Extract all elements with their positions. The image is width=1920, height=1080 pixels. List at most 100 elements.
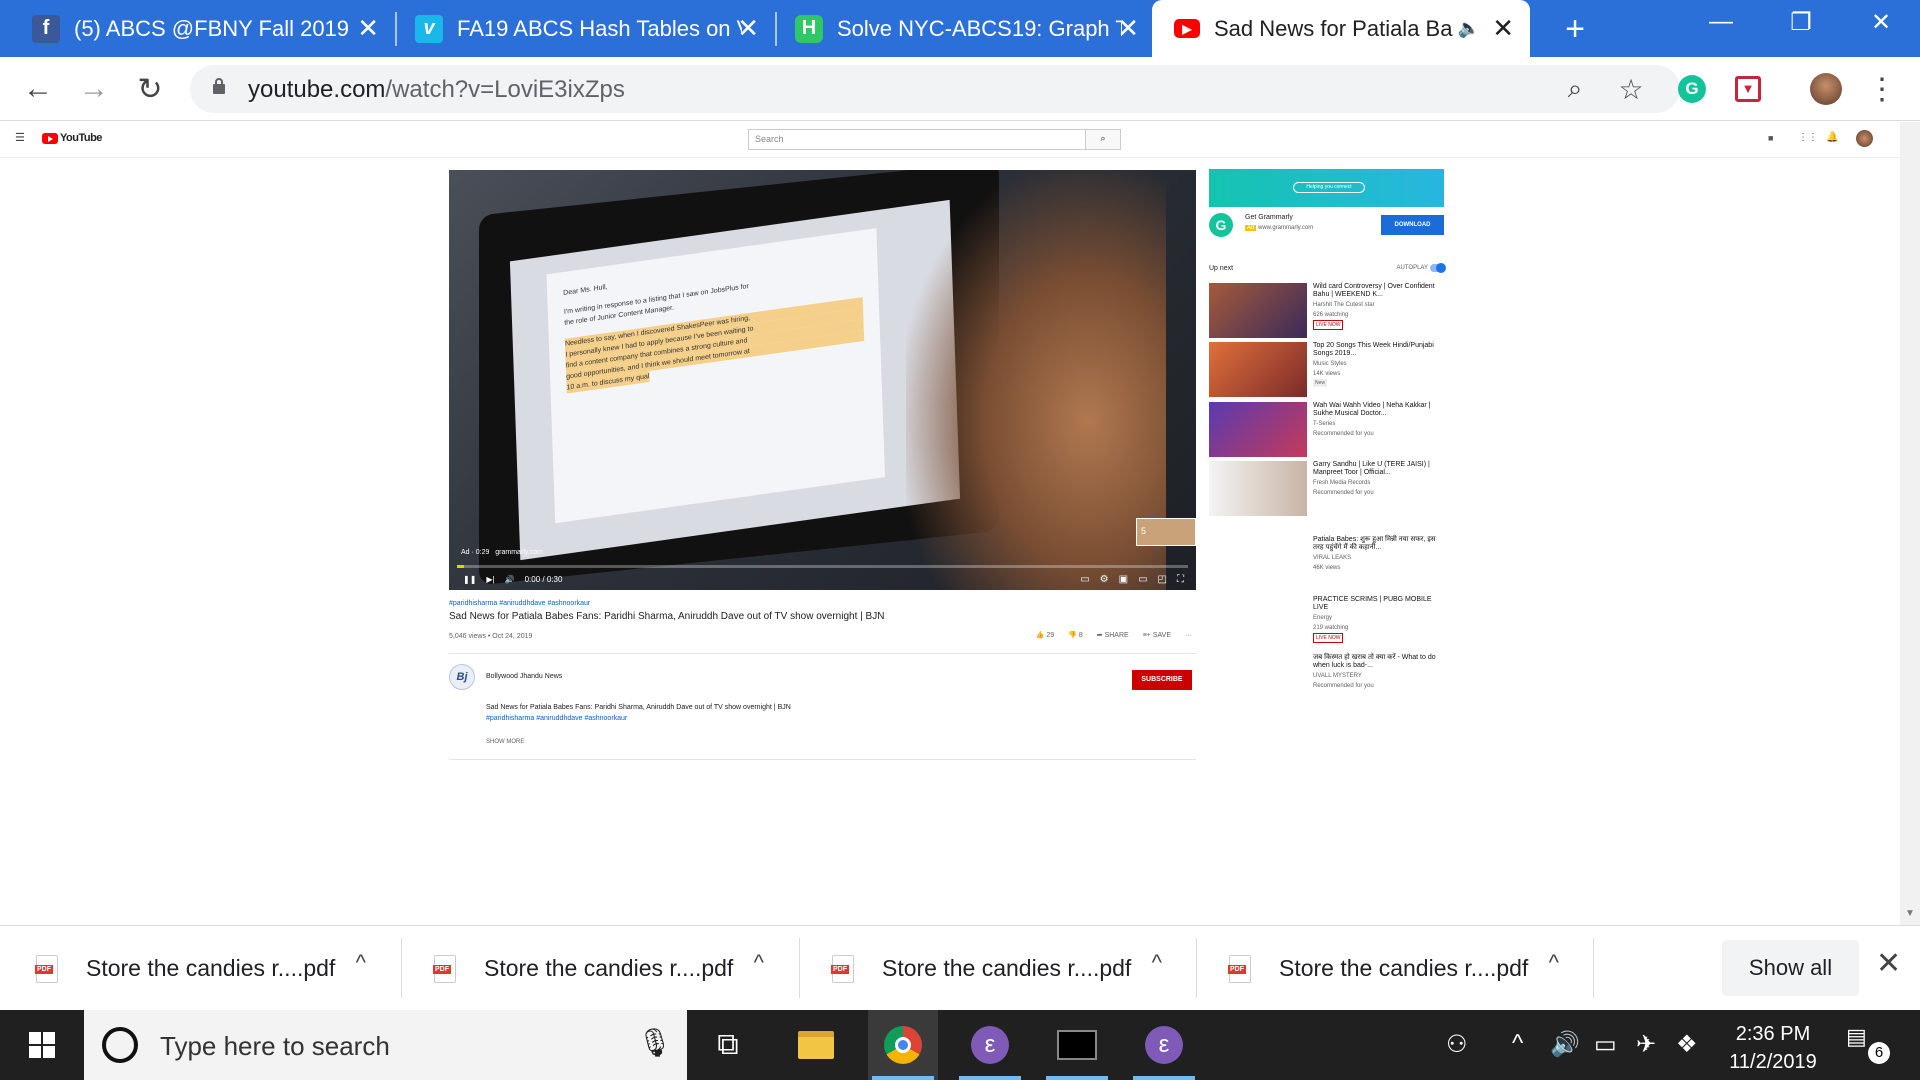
video-player[interactable]: Dear Ms. Hull, I'm writing in response t… [449, 170, 1196, 590]
page-scrollbar[interactable]: ▼ [1900, 122, 1920, 925]
close-icon[interactable]: ✕ [1876, 946, 1901, 981]
chevron-up-icon[interactable]: ^ [1152, 950, 1162, 976]
search-button[interactable]: ⌕ [1085, 129, 1121, 150]
theater-mode-icon[interactable]: ▭ [1138, 574, 1147, 585]
video-thumbnail[interactable] [1209, 402, 1307, 457]
recommendation-item[interactable]: Garry Sandhu | Like U (TERE JAISI) | Man… [1209, 461, 1444, 517]
show-more-button[interactable]: SHOW MORE [486, 739, 524, 745]
notification-bell-icon[interactable]: 🔔 [1826, 132, 1838, 143]
back-arrow-icon[interactable]: ← [18, 69, 58, 109]
captions-icon[interactable]: ▭ [1080, 574, 1089, 585]
task-view-icon[interactable]: ⧉ [693, 1010, 763, 1080]
ad-title[interactable]: Get Grammarly [1245, 214, 1293, 221]
channel-name[interactable]: Bollywood Jhandu News [486, 673, 562, 680]
tab-facebook[interactable]: f (5) ABCS @FBNY Fall 2019 ✕ [0, 0, 395, 57]
close-icon[interactable]: ✕ [1117, 13, 1139, 44]
close-icon[interactable]: ✕ [737, 13, 759, 44]
new-badge: New [1313, 379, 1328, 387]
channel-avatar[interactable]: Bj [449, 664, 475, 690]
download-item[interactable]: PDF Store the candies r....pdf ^ [0, 926, 396, 1011]
tab-youtube[interactable]: ▶ Sad News for Patiala Babes Fans 🔈 ✕ [1152, 0, 1530, 57]
search-input[interactable]: Search [748, 129, 1086, 150]
chevron-up-icon[interactable]: ^ [1549, 950, 1559, 976]
recommendation-item[interactable]: Wild card Controversy | Over Confident B… [1209, 283, 1444, 339]
settings-gear-icon[interactable]: ⚙ [1100, 574, 1109, 585]
chevron-up-icon[interactable]: ^ [356, 950, 366, 976]
emacs-icon[interactable]: ε [1129, 1010, 1199, 1080]
download-item[interactable]: PDF Store the candies r....pdf ^ [398, 926, 794, 1011]
start-button[interactable] [0, 1010, 84, 1080]
show-all-button[interactable]: Show all [1722, 940, 1859, 996]
video-thumbnail[interactable] [1209, 461, 1307, 516]
file-explorer-icon[interactable] [781, 1010, 851, 1080]
create-video-icon[interactable]: ■ [1768, 133, 1773, 143]
bookmark-star-icon[interactable]: ☆ [1611, 69, 1651, 109]
autoplay-toggle[interactable] [1430, 263, 1446, 273]
microphone-icon[interactable]: 🎙 [637, 1026, 673, 1059]
dislike-button[interactable]: 👎 8 [1068, 631, 1083, 639]
more-actions-button[interactable]: ··· [1185, 632, 1192, 639]
terminal-icon[interactable] [1042, 1010, 1112, 1080]
share-button[interactable]: ➦ SHARE [1097, 631, 1129, 639]
menu-kebab-icon[interactable]: ⋮ [1862, 69, 1902, 109]
volume-icon[interactable]: 🔊 [1550, 1030, 1580, 1059]
airplane-mode-icon[interactable]: ✈ [1636, 1030, 1656, 1059]
volume-icon[interactable]: 🔊 [505, 575, 515, 584]
minimize-button[interactable]: — [1701, 8, 1741, 36]
cast-icon[interactable]: ◰ [1158, 574, 1167, 585]
emacs-icon[interactable]: ε [955, 1010, 1025, 1080]
hashtags[interactable]: #paridhisharma #aniruddhdave #ashnoorkau… [449, 600, 1196, 607]
subscribe-button[interactable]: SUBSCRIBE [1132, 670, 1192, 690]
recommendation-item[interactable]: Wah Wai Wahh Video | Neha Kakkar | Sukhe… [1209, 402, 1444, 458]
tab-vimeo[interactable]: v FA19 ABCS Hash Tables on Vimeo ✕ [395, 0, 775, 57]
youtube-logo[interactable]: YouTube [42, 132, 102, 144]
video-thumbnail[interactable] [1209, 342, 1307, 397]
people-icon[interactable]: ⚇ [1446, 1030, 1468, 1059]
description-hashtags[interactable]: #paridhisharma #aniruddhdave #ashnoorkau… [486, 713, 791, 724]
next-icon[interactable]: ▶| [486, 575, 494, 584]
scroll-down-icon[interactable]: ▼ [1905, 908, 1915, 919]
miniplayer-icon[interactable]: ▣ [1119, 574, 1128, 585]
chrome-icon[interactable] [868, 1010, 938, 1080]
download-item[interactable]: PDF Store the candies r....pdf ^ [1193, 926, 1589, 1011]
recommendation-item[interactable]: जब किस्मत हो खराब तो क्या करें - What to… [1209, 654, 1444, 710]
apps-grid-icon[interactable]: ⋮⋮ [1798, 132, 1818, 143]
window-close-button[interactable]: ✕ [1861, 8, 1901, 37]
profile-avatar[interactable] [1806, 69, 1846, 109]
close-icon[interactable]: ✕ [357, 13, 379, 44]
restore-button[interactable]: ❐ [1781, 8, 1821, 37]
download-item[interactable]: PDF Store the candies r....pdf ^ [796, 926, 1192, 1011]
ad-banner[interactable]: Helping you connect [1209, 169, 1444, 207]
close-icon[interactable]: ✕ [1492, 13, 1514, 44]
address-bar[interactable]: youtube.com/watch?v=LoviE3ixZps ⌕ ☆ [190, 65, 1680, 113]
recommendation-item[interactable]: Top 20 Songs This Week Hindi/Punjabi Son… [1209, 342, 1444, 398]
taskbar-search-input[interactable]: Type here to search 🎙 [84, 1010, 687, 1080]
save-button[interactable]: ≡+ SAVE [1143, 632, 1171, 639]
save-extension-icon[interactable]: ▼ [1728, 69, 1768, 109]
pause-icon[interactable]: ❚❚ [463, 575, 476, 584]
new-tab-button[interactable]: + [1555, 10, 1595, 49]
dropbox-icon[interactable]: ❖ [1676, 1030, 1698, 1059]
zoom-icon[interactable]: ⌕ [1555, 69, 1595, 109]
like-button[interactable]: 👍 29 [1036, 631, 1054, 639]
tab-title: (5) ABCS @FBNY Fall 2019 [74, 15, 350, 41]
account-avatar[interactable] [1856, 130, 1873, 147]
recommendation-item[interactable]: PRACTICE SCRIMS | PUBG MOBILE LIVE Energy… [1209, 596, 1444, 652]
speaker-icon[interactable]: 🔈 [1458, 18, 1480, 39]
clock[interactable]: 2:36 PM 11/2/2019 [1718, 1020, 1828, 1076]
recommendation-item[interactable]: Patiala Babes: शुरू हुआ मिन्नी नया सफर, … [1209, 536, 1444, 592]
battery-icon[interactable]: ▭ [1594, 1030, 1617, 1059]
reload-icon[interactable]: ↻ [130, 69, 170, 109]
chevron-up-icon[interactable]: ^ [1512, 1030, 1523, 1058]
action-center-icon[interactable]: ▤ 6 [1846, 1024, 1890, 1064]
chevron-up-icon[interactable]: ^ [754, 950, 764, 976]
download-button[interactable]: DOWNLOAD [1381, 215, 1444, 235]
forward-arrow-icon[interactable]: → [74, 69, 114, 109]
hamburger-menu-icon[interactable]: ☰ [15, 131, 25, 144]
ad-site-link[interactable]: grammarly.com [495, 549, 543, 556]
video-thumbnail[interactable] [1209, 283, 1307, 338]
tab-hackerrank[interactable]: H Solve NYC-ABCS19: Graph Theory ✕ [775, 0, 1155, 57]
grammarly-extension-icon[interactable]: G [1672, 69, 1712, 109]
fullscreen-icon[interactable]: ⛶ [1177, 574, 1184, 585]
skip-ad-preview[interactable]: 5 [1136, 518, 1196, 546]
